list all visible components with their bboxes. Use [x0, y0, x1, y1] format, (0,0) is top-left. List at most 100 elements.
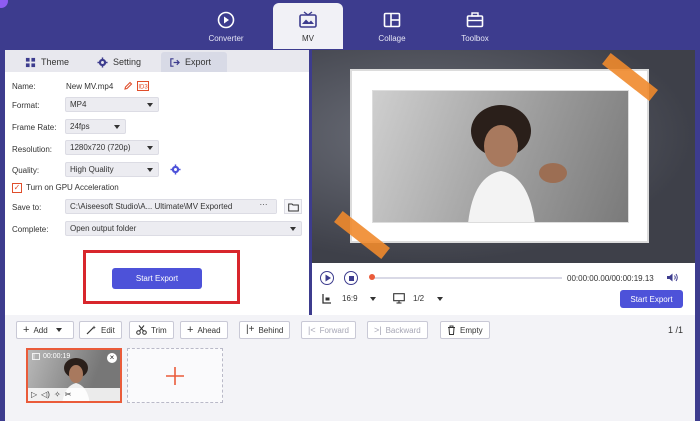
chevron-down-icon [147, 168, 153, 172]
complete-select[interactable]: Open output folder [65, 221, 302, 236]
chevron-down-icon[interactable] [437, 297, 443, 301]
collage-icon [383, 12, 401, 28]
format-label: Format: [12, 101, 40, 110]
frame-rate-value: 24fps [70, 122, 90, 131]
plus-icon [166, 366, 184, 385]
nav-mv[interactable]: MV [273, 3, 343, 49]
trim-label: Trim [151, 325, 167, 335]
panel-tabs: Theme Setting Export [5, 50, 309, 72]
polaroid-frame [350, 69, 649, 243]
forward-button[interactable]: |< Forward [301, 321, 356, 339]
complete-value: Open output folder [70, 224, 137, 233]
gpu-label: Turn on GPU Acceleration [26, 183, 119, 192]
backward-icon: >| [374, 325, 382, 335]
nav-mv-label: MV [302, 34, 314, 43]
id3-icon[interactable]: ID3 [137, 81, 149, 91]
format-value: MP4 [70, 100, 87, 109]
chevron-down-icon [55, 328, 62, 332]
stop-icon[interactable] [344, 271, 358, 285]
volume-icon[interactable] [666, 272, 679, 283]
monitor-icon [393, 293, 405, 304]
name-label: Name: [12, 82, 36, 91]
edit-label: Edit [101, 325, 115, 335]
progress-handle[interactable] [369, 274, 375, 280]
save-to-field[interactable]: C:\Aiseesoft Studio\A... Ultimate\MV Exp… [65, 199, 277, 214]
backward-button[interactable]: >| Backward [367, 321, 428, 339]
volume-icon[interactable]: ◁) [41, 390, 50, 399]
add-clip-slot[interactable] [127, 348, 223, 403]
frame-rate-select[interactable]: 24fps [65, 119, 126, 134]
scissors-icon[interactable]: ✂ [65, 390, 72, 399]
page-indicator[interactable]: 1/2 [413, 294, 424, 303]
resolution-label: Resolution: [12, 145, 53, 154]
browse-button[interactable]: ··· [251, 200, 276, 213]
nav-collage[interactable]: Collage [357, 3, 427, 48]
converter-icon [217, 11, 235, 29]
quality-value: High Quality [70, 165, 114, 174]
edit-button[interactable]: Edit [79, 321, 122, 339]
tab-setting[interactable]: Setting [89, 52, 149, 72]
edit-name-icon[interactable] [123, 81, 133, 91]
empty-label: Empty [460, 325, 483, 335]
time-readout: 00:00:00.00/00:00:19.13 [567, 274, 654, 283]
play-icon[interactable]: ▷ [31, 390, 37, 399]
ahead-label: Ahead [197, 325, 221, 335]
tab-setting-label: Setting [113, 57, 142, 67]
add-button[interactable]: + Add [16, 321, 74, 339]
app-logo [0, 0, 8, 8]
plus-icon: + [23, 324, 30, 336]
svg-text:ID3: ID3 [138, 85, 148, 91]
timeline-area: + Add Edit Trim + Ahead |+ Behind |< For… [5, 315, 695, 421]
empty-button[interactable]: Empty [440, 321, 490, 339]
behind-button[interactable]: |+ Behind [239, 321, 291, 339]
forward-label: Forward [319, 325, 349, 335]
play-icon[interactable] [320, 271, 334, 285]
format-select[interactable]: MP4 [65, 97, 159, 112]
quality-select[interactable]: High Quality [65, 162, 159, 177]
start-export-button-secondary[interactable]: Start Export [620, 290, 683, 308]
save-to-value: C:\Aiseesoft Studio\A... Ultimate\MV Exp… [70, 202, 233, 211]
chevron-down-icon[interactable] [370, 297, 376, 301]
video-preview [312, 50, 695, 263]
nav-toolbox[interactable]: Toolbox [440, 3, 510, 48]
complete-label: Complete: [12, 225, 49, 234]
close-icon[interactable]: × [107, 353, 117, 363]
aspect-ratio-icon [322, 294, 331, 304]
aspect-ratio-value[interactable]: 16:9 [342, 294, 358, 303]
backward-label: Backward [385, 325, 421, 335]
magic-wand-icon[interactable]: ✧ [54, 390, 61, 399]
nav-converter[interactable]: Converter [191, 3, 261, 48]
clip-thumbnail[interactable]: 00:00:19 × ▷ ◁) ✧ ✂ [26, 348, 122, 403]
export-icon [170, 57, 180, 67]
clip-duration: 00:00:19 [32, 353, 70, 360]
ahead-button[interactable]: + Ahead [180, 321, 228, 339]
tab-export[interactable]: Export [161, 52, 227, 72]
behind-icon: |+ [246, 324, 255, 335]
theme-icon [25, 57, 36, 67]
progress-bar[interactable] [372, 277, 562, 279]
quality-label: Quality: [12, 166, 40, 175]
gear-icon [97, 56, 108, 68]
gear-icon[interactable] [170, 164, 181, 175]
chevron-down-icon [147, 146, 153, 150]
chevron-down-icon [114, 125, 120, 129]
tab-export-label: Export [185, 57, 212, 67]
gpu-checkbox[interactable]: ✓ [12, 183, 22, 193]
open-folder-button[interactable] [284, 199, 302, 214]
scissors-icon [136, 325, 147, 335]
start-export-button[interactable]: Start Export [112, 268, 202, 289]
preview-image [372, 90, 629, 223]
save-to-label: Save to: [12, 203, 42, 212]
nav-converter-label: Converter [208, 34, 244, 43]
forward-icon: |< [308, 325, 316, 335]
trash-icon [448, 325, 455, 335]
plus-icon: + [187, 324, 194, 336]
behind-label: Behind [258, 325, 284, 335]
trim-button[interactable]: Trim [129, 321, 174, 339]
clip-actions: ▷ ◁) ✧ ✂ [28, 388, 120, 401]
tab-theme[interactable]: Theme [17, 52, 77, 72]
name-value: New MV.mp4 [66, 82, 114, 91]
film-icon [32, 353, 40, 360]
resolution-select[interactable]: 1280x720 (720p) [65, 140, 159, 155]
nav-collage-label: Collage [378, 34, 406, 43]
